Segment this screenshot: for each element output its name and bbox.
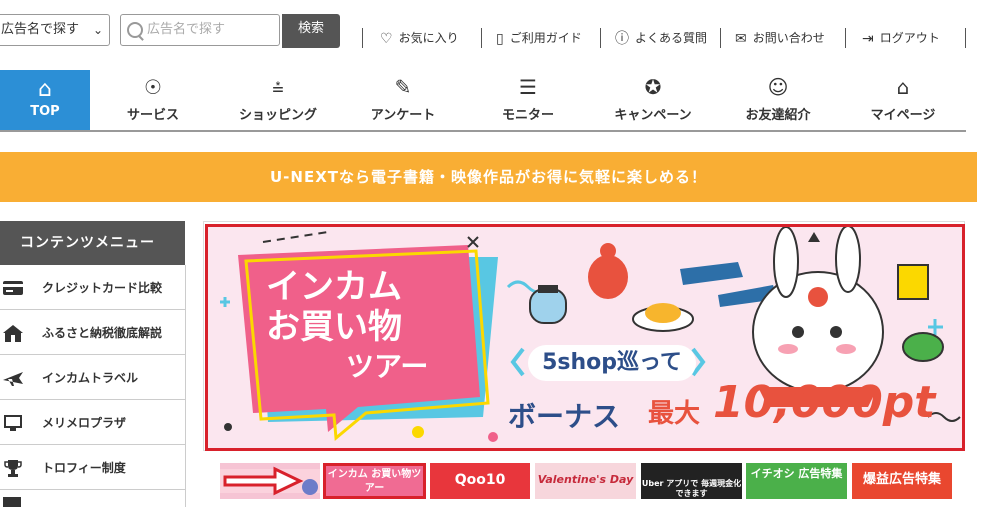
faq-link[interactable]: ⓘ よくある質問 <box>615 28 707 49</box>
search-category-select[interactable]: 広告名で探す ⌄ <box>0 14 110 46</box>
mail-icon: ✉ <box>735 30 747 47</box>
header-divider <box>600 28 601 48</box>
friends-icon: ☺ <box>767 75 789 99</box>
sidebar-item-furusato[interactable]: ふるさと納税徹底解説 <box>0 311 185 355</box>
nav-label: TOP <box>30 104 60 119</box>
question-icon: ⓘ <box>615 30 629 47</box>
thumbnail-valentine[interactable]: Valentine's Day <box>535 463 636 499</box>
hero-bonus-label: ボーナス <box>508 400 621 433</box>
lightbulb-icon: ☉ <box>144 75 162 99</box>
search-icon <box>127 22 143 38</box>
trophy-icon <box>4 460 22 477</box>
sidebar-item-credit-card[interactable]: クレジットカード比較 <box>0 266 185 310</box>
promo-banner[interactable]: U-NEXTなら電子書籍・映像作品がお得に気軽に楽しめる！ <box>0 152 977 202</box>
sidebar-item-next[interactable] <box>0 491 185 507</box>
thumbnail-qoo10[interactable]: Qoo10 <box>430 463 530 499</box>
home-icon: ⌂ <box>38 77 52 102</box>
nav-label: サービス <box>126 108 179 123</box>
header-divider <box>845 28 846 48</box>
search-button[interactable]: 検索 <box>282 14 340 48</box>
cart-icon: ⩮ <box>272 75 284 99</box>
nav-item-survey[interactable]: ✎ アンケート <box>343 74 463 123</box>
airplane-icon <box>3 372 23 386</box>
hero-max-label: 最大 <box>648 399 701 429</box>
hero-shop-count: 5shop巡って <box>528 345 696 381</box>
nav-item-mypage[interactable]: ⌂ マイページ <box>843 74 963 123</box>
thumbnail-banner[interactable] <box>220 463 320 499</box>
header-divider <box>481 28 482 48</box>
survey-icon: ✎ <box>394 75 412 99</box>
nav-item-shopping[interactable]: ⩮ ショッピング <box>218 74 338 123</box>
nav-item-campaign[interactable]: ✪ キャンペーン <box>593 74 713 123</box>
select-value: 広告名で探す <box>1 22 80 37</box>
search-placeholder: 広告名で探す <box>147 22 226 37</box>
hero-title: インカム お買い物 ツアー <box>266 267 429 383</box>
sidebar-item-merimero[interactable]: メリメロプラザ <box>0 401 185 445</box>
nav-item-top[interactable]: ⌂ TOP <box>0 70 90 130</box>
sidebar-title: コンテンツメニュー <box>0 221 185 265</box>
sidebar-item-trophy[interactable]: トロフィー制度 <box>0 446 185 490</box>
hero-bonus-amount: 10,000pt <box>713 377 936 428</box>
arrow-icon <box>220 466 320 496</box>
contact-link[interactable]: ✉ お問い合わせ <box>735 28 825 49</box>
header-divider <box>362 28 363 48</box>
nav-label: マイページ <box>870 108 936 123</box>
nav-label: キャンペーン <box>614 108 692 123</box>
card-icon <box>3 497 21 507</box>
nav-label: お友達紹介 <box>745 108 811 123</box>
favorites-link[interactable]: ♡ お気に入り <box>380 28 459 49</box>
heart-icon: ♡ <box>380 30 393 47</box>
monitor-icon: ☰ <box>519 75 537 99</box>
guide-icon: ▯ <box>496 30 504 47</box>
monitor-icon <box>4 415 22 431</box>
mypage-icon: ⌂ <box>896 75 910 99</box>
nav-label: アンケート <box>370 108 436 123</box>
logout-link[interactable]: ⇥ ログアウト <box>862 28 940 49</box>
logout-icon: ⇥ <box>862 30 874 47</box>
medal-icon: ✪ <box>644 75 662 99</box>
nav-label: モニター <box>501 108 554 123</box>
thumbnail-uber[interactable]: Uber アプリで 毎週現金化できます <box>641 463 742 499</box>
chevron-down-icon: ⌄ <box>92 23 103 37</box>
search-input[interactable]: 広告名で探す <box>120 14 280 46</box>
nav-item-friends[interactable]: ☺ お友達紹介 <box>718 74 838 123</box>
thumbnail-income-tour[interactable]: インカム お買い物ツアー <box>323 463 426 499</box>
guide-link[interactable]: ▯ ご利用ガイド <box>496 28 582 49</box>
credit-card-icon <box>3 281 23 295</box>
sidebar-item-travel[interactable]: インカムトラベル <box>0 356 185 400</box>
header-divider <box>965 28 966 48</box>
thumbnail-recommended[interactable]: イチオシ 広告特集 <box>746 463 847 499</box>
thumbnail-profit-ads[interactable]: 爆益広告特集 <box>852 463 952 499</box>
house-icon <box>3 325 23 342</box>
nav-item-service[interactable]: ☉ サービス <box>93 74 213 123</box>
hero-banner[interactable]: インカム お買い物 ツアー 5shop巡って ボーナス 最大 10,000pt <box>205 224 965 451</box>
nav-item-monitor[interactable]: ☰ モニター <box>468 74 588 123</box>
sidebar-border <box>185 265 186 507</box>
header-divider <box>720 28 721 48</box>
nav-label: ショッピング <box>238 108 317 123</box>
